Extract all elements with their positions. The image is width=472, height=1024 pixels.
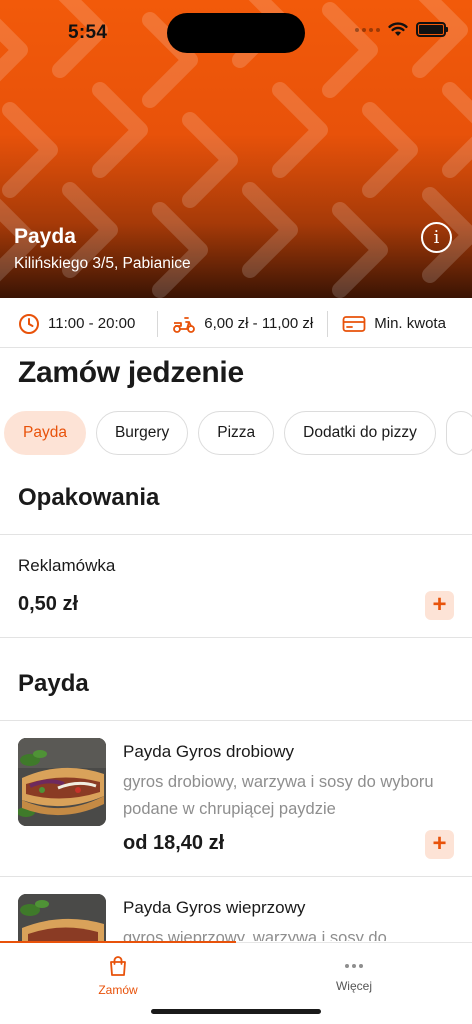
restaurant-address: Kilińskiego 3/5, Pabianice: [14, 255, 191, 272]
item-description: gyros wieprzowy, warzywa i sosy do: [123, 929, 387, 941]
bag-icon: [110, 956, 126, 976]
scooter-icon: [173, 316, 196, 333]
info-button[interactable]: i: [421, 222, 452, 253]
restaurant-hero: 5:54 Payda Kilińskiego 3/5, Pabianice i: [0, 0, 472, 298]
tab-pizza[interactable]: Pizza: [198, 411, 275, 455]
delivery-cost-text: 6,00 zł - 11,00 zł: [204, 315, 314, 332]
item-price: od 18,40 zł: [123, 832, 225, 854]
divider: [0, 876, 472, 877]
dynamic-island: [167, 13, 305, 53]
divider: [0, 720, 472, 721]
page-title: Zamów jedzenie: [18, 356, 244, 389]
battery-icon: [416, 22, 448, 37]
section-title-payda: Payda: [18, 670, 89, 697]
category-tabs: Payda Burgery Pizza Dodatki do pizzy: [4, 411, 472, 455]
tab-more-label: Więcej: [335, 979, 372, 993]
min-order-text: Min. kwota: [374, 315, 446, 332]
min-order: Min. kwota: [342, 315, 446, 333]
tab-indicator: [0, 941, 236, 943]
status-icons: [355, 22, 448, 37]
wrap-photo: [18, 738, 106, 826]
add-to-cart-button[interactable]: +: [425, 591, 454, 620]
status-time: 5:54: [68, 22, 108, 43]
delivery-cost: 6,00 zł - 11,00 zł: [172, 314, 313, 334]
opening-hours-text: 11:00 - 20:00: [48, 315, 136, 332]
item-name: Payda Gyros drobiowy: [123, 742, 295, 761]
section-title-opakowania: Opakowania: [18, 484, 160, 511]
tab-orders-label: Zamów: [98, 983, 138, 997]
tab-payda[interactable]: Payda: [4, 411, 86, 455]
item-name: Payda Gyros wieprzowy: [123, 898, 306, 917]
home-indicator: [151, 1009, 321, 1014]
restaurant-name: Payda: [14, 225, 76, 248]
divider: [327, 310, 329, 337]
divider: [0, 637, 472, 638]
item-image: [18, 738, 106, 826]
wrap-photo: [18, 894, 106, 941]
card-icon: [342, 315, 366, 332]
tab-orders[interactable]: Zamów: [58, 955, 178, 997]
divider: [0, 534, 472, 535]
item-description: gyros drobiowy, warzywa i sosy do wyboru…: [123, 773, 434, 818]
opening-hours: 11:00 - 20:00: [18, 313, 135, 335]
restaurant-info-strip: 11:00 - 20:00 6,00 zł - 11,00 zł Min. kw…: [0, 300, 472, 348]
info-icon: i: [433, 227, 440, 248]
item-name: Reklamówka: [18, 556, 116, 575]
divider: [157, 310, 159, 337]
tab-more[interactable]: Więcej: [294, 959, 414, 993]
wifi-icon: [388, 22, 408, 36]
more-dots-icon: [345, 964, 363, 968]
item-image: [18, 894, 106, 941]
clock-icon: [19, 313, 39, 334]
tab-dodatki-do-pizzy[interactable]: Dodatki do pizzy: [284, 411, 436, 455]
item-price: 0,50 zł: [18, 593, 79, 615]
add-to-cart-button[interactable]: +: [425, 830, 454, 859]
tab-next-partial[interactable]: [445, 411, 472, 455]
signal-dots-icon: [355, 27, 380, 32]
tab-burgery[interactable]: Burgery: [95, 411, 189, 455]
